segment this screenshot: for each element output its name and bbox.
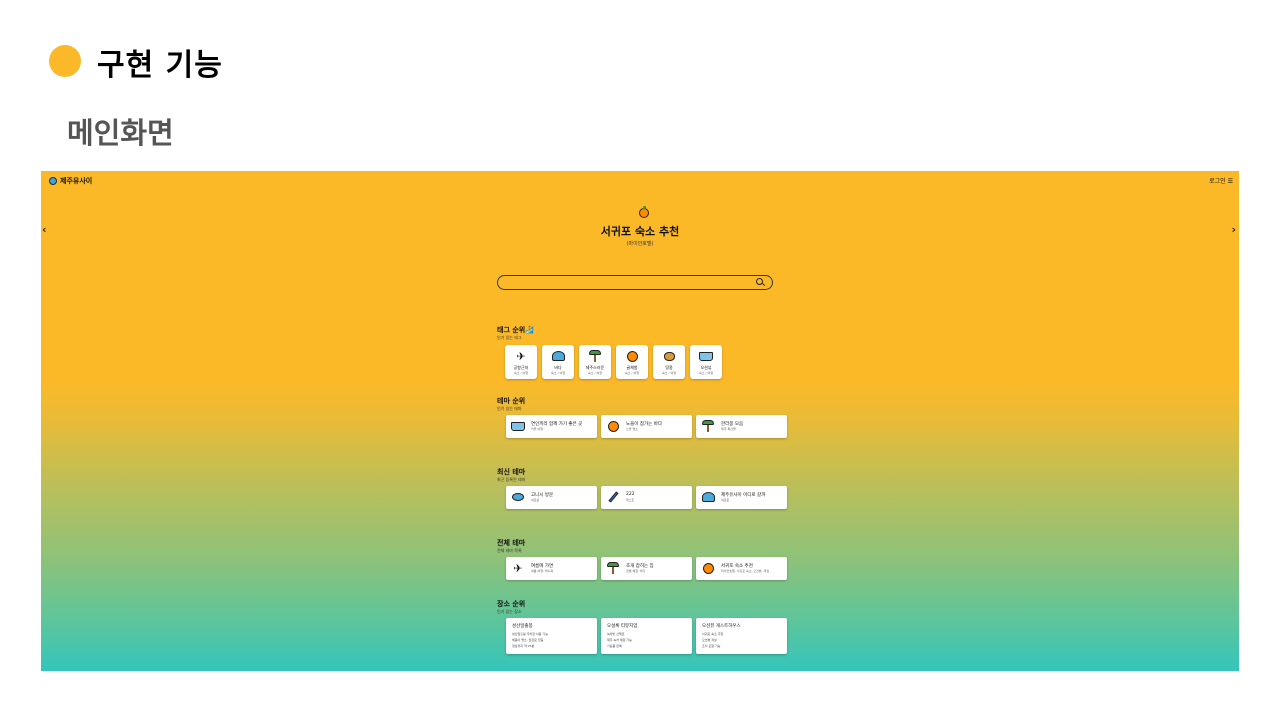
theme-meta: 새로운 <box>531 498 540 502</box>
theme-card[interactable]: 제주유사이 어디로 갈까 새로운 <box>696 486 787 509</box>
place-detail: 성산일출봉 주차장 이용 가능 <box>512 632 548 636</box>
latest-theme-title: 최신 테마 <box>497 468 526 476</box>
theme-meta: 갯벌 체험, 바다 <box>626 569 646 573</box>
theme-meta: 제주 특산물 <box>721 427 736 431</box>
tag-card[interactable]: 땅콩 숙소 / 여행 <box>653 345 685 379</box>
ship-icon <box>511 420 525 432</box>
palm-tree-icon <box>701 420 715 432</box>
theme-meta: 여름 여행, 해수욕 <box>531 569 554 573</box>
theme-meta: 마이안호텔, 서귀포 숙소, 오션뷰, 객실 <box>721 569 770 573</box>
theme-meta: 노을 명소 <box>626 427 638 431</box>
tags-section-title: 태그 순위🏄 <box>497 326 534 334</box>
theme-card[interactable]: 연인끼리 함께 가기 좋은 곳 커플 여행 <box>506 415 597 438</box>
tag-count: 숙소 / 여행 <box>699 371 713 375</box>
tag-card[interactable]: 제주스러운 숙소 / 여행 <box>579 345 611 379</box>
theme-card[interactable]: 고니시 방문 새로운 <box>506 486 597 509</box>
tag-card[interactable]: ✈ 공항근처 숙소 / 여행 <box>505 345 537 379</box>
search-input[interactable] <box>497 275 773 290</box>
tag-count: 숙소 / 여행 <box>625 371 639 375</box>
palm-tree-icon <box>588 350 602 362</box>
hero-subtitle: (마이안호텔) <box>626 241 654 247</box>
theme-card[interactable]: 노을이 참가는 바다 노을 명소 <box>601 415 692 438</box>
fish-icon <box>511 491 525 503</box>
theme-name: 222 <box>626 492 635 497</box>
theme-meta: 테스트 <box>626 498 635 502</box>
ship-icon <box>699 350 713 362</box>
place-detail: 조식 포함 가능 <box>702 644 721 648</box>
tangerine-icon <box>639 206 649 218</box>
tag-count: 숙소 / 여행 <box>588 371 602 375</box>
all-theme-subtitle: 전체 테마 목록 <box>497 548 522 553</box>
all-theme-list: ✈ 여름에 가면 여름 여행, 해수욕 조개 잡히는 집 갯벌 체험, 바다 서… <box>506 557 787 580</box>
tangerine-icon <box>625 350 639 362</box>
brand-logo[interactable]: 제주유사이 <box>49 176 92 186</box>
app-screenshot: 제주유사이 로그인 ☰ ‹ › 서귀포 숙소 추천 (마이안호텔) 태그 순위🏄… <box>41 171 1239 671</box>
place-detail: 해돋이 명소, 입장료 있음 <box>512 638 544 642</box>
slide-title: 구현 기능 <box>97 48 223 83</box>
login-menu-button[interactable]: 로그인 ☰ <box>1209 176 1233 185</box>
place-detail: 오션뷰 객실 <box>702 638 717 642</box>
theme-card[interactable]: 조개 잡히는 집 갯벌 체험, 바다 <box>601 557 692 580</box>
theme-card[interactable]: 222 테스트 <box>601 486 692 509</box>
tags-section-subtitle: 인기 있는 태그 <box>497 335 522 340</box>
plane-icon: ✈ <box>513 561 523 575</box>
tag-count: 숙소 / 여행 <box>662 371 676 375</box>
place-card[interactable]: 오설록 티뮤지엄 녹차밭 산책로 제주 녹차 체험 가능 기념품 판매 <box>601 618 692 654</box>
latest-theme-list: 고니시 방문 새로운 222 테스트 제주유사이 어디로 갈까 새로운 <box>506 486 787 509</box>
slide-subtitle: 메인화면 <box>67 116 174 150</box>
wave-icon <box>551 350 565 362</box>
tag-card[interactable]: 귤체험 숙소 / 여행 <box>616 345 648 379</box>
brand-icon <box>49 177 57 185</box>
place-rank-title: 장소 순위 <box>497 600 526 608</box>
place-detail: 제주 녹차 체험 가능 <box>607 638 632 642</box>
tangerine-icon <box>701 562 715 574</box>
wave-icon <box>701 491 715 503</box>
theme-card[interactable]: ✈ 여름에 가면 여름 여행, 해수욕 <box>506 557 597 580</box>
theme-rank-list: 연인끼리 함께 가기 좋은 곳 커플 여행 노을이 참가는 바다 노을 명소 한… <box>506 415 787 438</box>
place-detail: 정상까지 약 25분 <box>512 644 535 648</box>
place-rank-subtitle: 인기 있는 장소 <box>497 609 522 614</box>
place-name: 오션뷰 게스트하우스 <box>702 624 741 629</box>
latest-theme-subtitle: 최근 등록된 테마 <box>497 477 526 482</box>
plane-icon: ✈ <box>516 349 526 363</box>
theme-meta: 새로운 <box>721 498 730 502</box>
place-detail: 서귀포 숙소 추천 <box>702 632 724 636</box>
place-detail: 녹차밭 산책로 <box>607 632 625 636</box>
tangerine-icon <box>606 420 620 432</box>
theme-rank-title: 테마 순위 <box>497 397 526 405</box>
tag-count: 숙소 / 여행 <box>514 371 528 375</box>
slide-bullet <box>49 45 81 77</box>
peanut-icon <box>662 350 676 362</box>
tag-card[interactable]: 오션뷰 숙소 / 여행 <box>690 345 722 379</box>
tag-list: ✈ 공항근처 숙소 / 여행 바다 숙소 / 여행 제주스러운 숙소 / 여행 … <box>505 345 722 379</box>
theme-rank-subtitle: 인기 있는 테마 <box>497 406 522 411</box>
tag-count: 숙소 / 여행 <box>551 371 565 375</box>
place-card[interactable]: 성산일출봉 성산일출봉 주차장 이용 가능 해돋이 명소, 입장료 있음 정상까… <box>506 618 597 654</box>
place-detail: 기념품 판매 <box>607 644 622 648</box>
theme-card[interactable]: 한라봉 모음 제주 특산물 <box>696 415 787 438</box>
pen-icon <box>606 491 620 503</box>
place-rank-list: 성산일출봉 성산일출봉 주차장 이용 가능 해돋이 명소, 입장료 있음 정상까… <box>506 618 787 654</box>
theme-meta: 커플 여행 <box>531 427 543 431</box>
place-name: 성산일출봉 <box>512 624 533 629</box>
all-theme-title: 전체 테마 <box>497 539 526 547</box>
search-icon[interactable] <box>756 278 763 285</box>
tag-card[interactable]: 바다 숙소 / 여행 <box>542 345 574 379</box>
theme-card[interactable]: 서귀포 숙소 추천 마이안호텔, 서귀포 숙소, 오션뷰, 객실 <box>696 557 787 580</box>
brand-name: 제주유사이 <box>60 177 93 185</box>
place-card[interactable]: 오션뷰 게스트하우스 서귀포 숙소 추천 오션뷰 객실 조식 포함 가능 <box>696 618 787 654</box>
hero-title: 서귀포 숙소 추천 <box>600 225 680 238</box>
palm-tree-icon <box>606 562 620 574</box>
place-name: 오설록 티뮤지엄 <box>607 624 638 629</box>
